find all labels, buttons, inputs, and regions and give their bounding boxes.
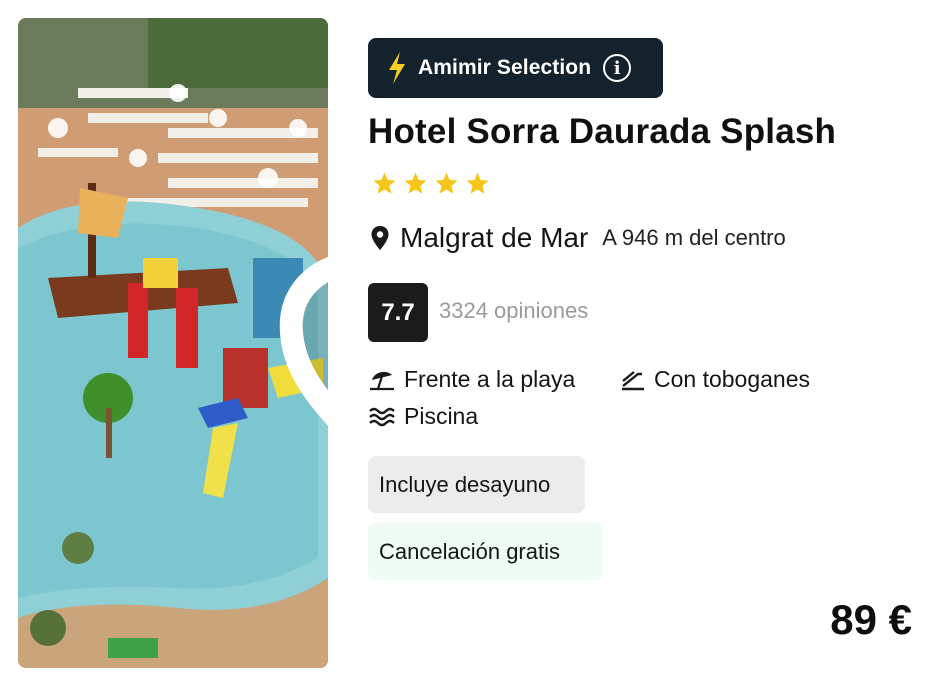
info-icon[interactable]: i [603,54,632,82]
reviews-count[interactable]: 3324 opiniones [439,298,588,324]
star-icon [373,172,396,194]
feature-pool: Piscina [368,403,478,430]
tag-breakfast: Incluye desayuno [368,456,585,513]
hotel-card[interactable]: Amimir Selection i Hotel Sorra Daurada S… [0,0,948,682]
feature-label: Piscina [404,403,479,429]
badge-label: Amimir Selection [418,56,592,79]
selection-badge[interactable]: Amimir Selection i [368,38,663,98]
star-rating [372,171,490,196]
map-pin-icon [371,226,389,250]
feature-label: Frente a la playa [404,366,576,392]
location-row: Malgrat de Mar A 946 m del centro [370,222,786,254]
water-slide-icon [622,370,644,390]
beach-umbrella-icon [370,371,394,390]
hotel-name[interactable]: Hotel Sorra Daurada Splash [368,112,836,152]
star-icon [466,172,489,194]
tag-free-cancellation: Cancelación gratis [368,523,603,580]
star-icon [435,172,458,194]
feature-label: Con toboganes [654,366,811,392]
star-icon [404,172,427,194]
price: 89 € [830,596,912,643]
hotel-photo[interactable] [18,18,328,668]
score-badge: 7.7 [368,283,428,342]
waves-icon [369,407,395,426]
feature-slides: Con toboganes [620,366,810,393]
location-city: Malgrat de Mar [400,222,589,253]
feature-beach: Frente a la playa [368,366,575,393]
distance-to-center: A 946 m del centro [602,225,786,250]
heart-favorite-icon[interactable] [274,58,328,668]
lightning-bolt-icon [389,52,405,84]
